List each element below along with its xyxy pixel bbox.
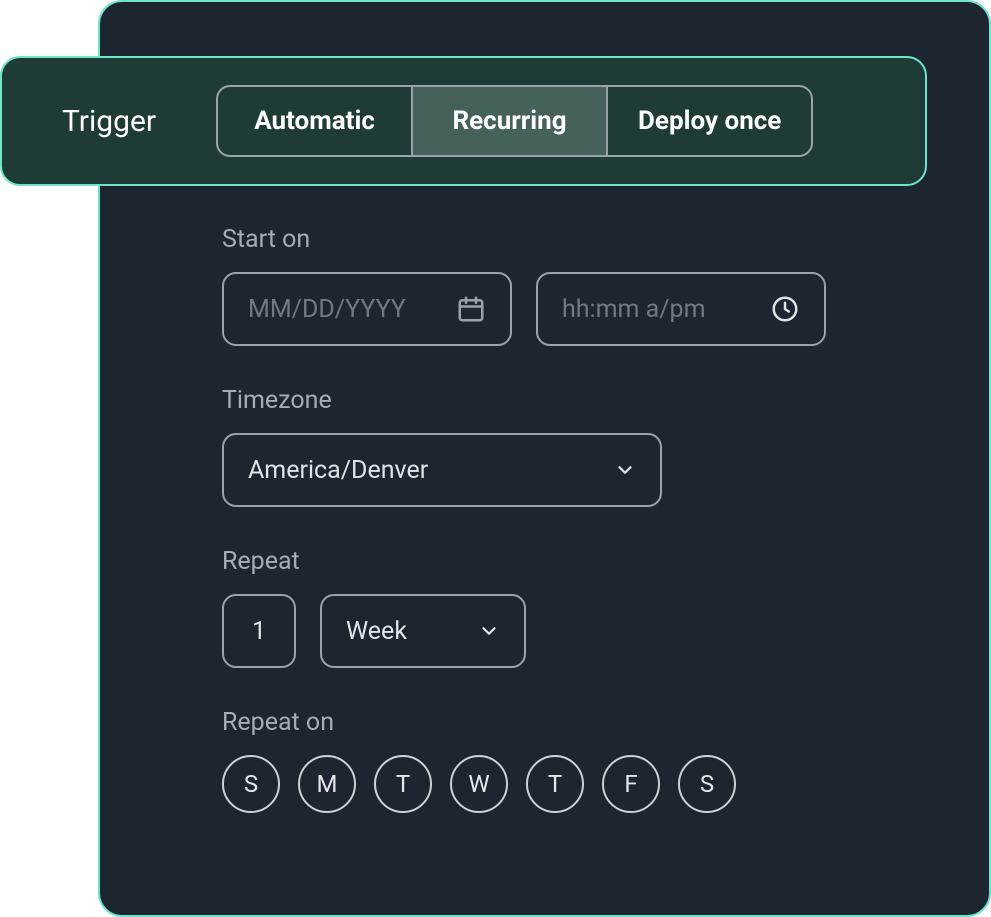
timezone-value: America/Denver [248, 456, 614, 485]
repeat-unit-value: Week [346, 617, 478, 646]
day-saturday[interactable]: S [678, 755, 736, 813]
repeat-on-label: Repeat on [222, 708, 882, 737]
repeat-on-days: S M T W T F S [222, 755, 882, 813]
repeat-unit-select[interactable]: Week [320, 594, 526, 668]
trigger-option-automatic[interactable]: Automatic [218, 87, 413, 155]
repeat-count-input[interactable]: 1 [222, 594, 296, 668]
trigger-label: Trigger [62, 104, 156, 139]
trigger-bar: Trigger Automatic Recurring Deploy once [0, 56, 927, 186]
chevron-down-icon [614, 459, 636, 481]
trigger-option-recurring[interactable]: Recurring [413, 87, 608, 155]
form-area: Start on MM/DD/YYYY hh:mm a/pm [222, 225, 882, 813]
start-time-input[interactable]: hh:mm a/pm [536, 272, 826, 346]
chevron-down-icon [478, 620, 500, 642]
repeat-count-value: 1 [252, 617, 266, 646]
start-on-label: Start on [222, 225, 882, 254]
trigger-segmented-control: Automatic Recurring Deploy once [216, 85, 813, 157]
timezone-select[interactable]: America/Denver [222, 433, 662, 507]
clock-icon [770, 294, 800, 324]
day-sunday[interactable]: S [222, 755, 280, 813]
timezone-label: Timezone [222, 386, 882, 415]
calendar-icon [456, 294, 486, 324]
date-placeholder: MM/DD/YYYY [248, 295, 456, 324]
day-friday[interactable]: F [602, 755, 660, 813]
trigger-option-deploy-once[interactable]: Deploy once [608, 87, 811, 155]
time-placeholder: hh:mm a/pm [562, 295, 770, 324]
day-tuesday[interactable]: T [374, 755, 432, 813]
day-monday[interactable]: M [298, 755, 356, 813]
repeat-label: Repeat [222, 547, 882, 576]
day-wednesday[interactable]: W [450, 755, 508, 813]
day-thursday[interactable]: T [526, 755, 584, 813]
start-date-input[interactable]: MM/DD/YYYY [222, 272, 512, 346]
